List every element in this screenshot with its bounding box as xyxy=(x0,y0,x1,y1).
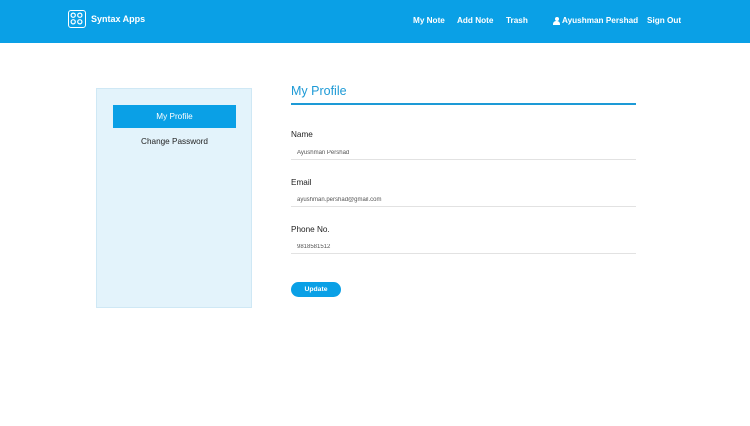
title-divider xyxy=(291,103,636,105)
nav-user-name: Ayushman Pershad xyxy=(562,16,639,25)
sidebar-item-change-password[interactable]: Change Password xyxy=(113,130,236,153)
page-title: My Profile xyxy=(291,84,347,98)
email-field[interactable] xyxy=(291,193,636,207)
phone-label: Phone No. xyxy=(291,225,330,234)
phone-field[interactable] xyxy=(291,240,636,254)
nav-my-note-link[interactable]: My Note xyxy=(413,16,445,25)
user-icon xyxy=(553,16,560,25)
nav-trash-link[interactable]: Trash xyxy=(506,16,528,25)
name-field[interactable] xyxy=(291,146,636,160)
nav-sign-out-link[interactable]: Sign Out xyxy=(647,16,681,25)
nav-user-link[interactable]: Ayushman Pershad xyxy=(553,16,638,25)
nav-add-note-link[interactable]: Add Note xyxy=(457,16,493,25)
sidebar-item-my-profile[interactable]: My Profile xyxy=(113,105,236,128)
top-navbar: Syntax Apps My Note Add Note Trash Ayush… xyxy=(0,0,750,43)
email-label: Email xyxy=(291,178,312,187)
update-button[interactable]: Update xyxy=(291,282,341,297)
name-label: Name xyxy=(291,130,313,139)
profile-sidebar: My Profile Change Password xyxy=(96,88,252,308)
nav-links: My Note Add Note Trash Ayushman Pershad … xyxy=(0,16,750,28)
